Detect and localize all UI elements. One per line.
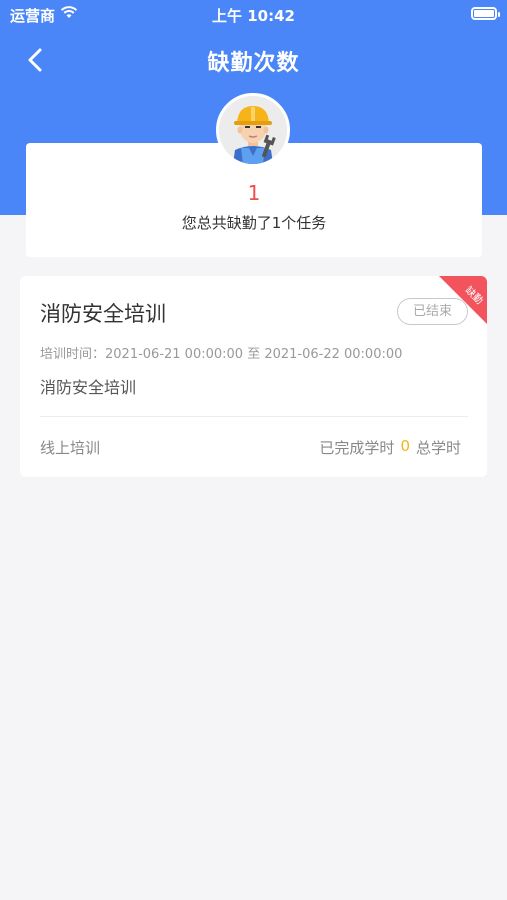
status-bar: 运营商 上午 10:42 (0, 0, 507, 30)
task-time: 培训时间：2021-06-21 00:00:00 至 2021-06-22 00… (40, 347, 403, 362)
task-title: 消防安全培训 (40, 302, 166, 326)
task-description: 消防安全培训 (40, 378, 137, 397)
battery-icon (471, 7, 500, 20)
task-card[interactable]: 消防安全培训 已结束 缺勤 培训时间：2021-06-21 00:00:00 至… (20, 276, 487, 477)
absence-count: 1 (247, 181, 261, 205)
completed-hours-label: 已完成学时 (319, 439, 395, 457)
completed-hours-value: 0 (400, 437, 410, 455)
total-hours-label: 总学时 (415, 439, 461, 457)
page-title: 缺勤次数 (207, 51, 300, 76)
study-hours: 已完成学时 0 总学时 (319, 437, 461, 458)
worker-avatar-icon (216, 93, 290, 167)
absence-summary-text: 您总共缺勤了1个任务 (181, 214, 327, 232)
clock-time: 上午 10:42 (212, 7, 295, 25)
divider (40, 416, 468, 417)
task-type: 线上培训 (40, 439, 101, 457)
